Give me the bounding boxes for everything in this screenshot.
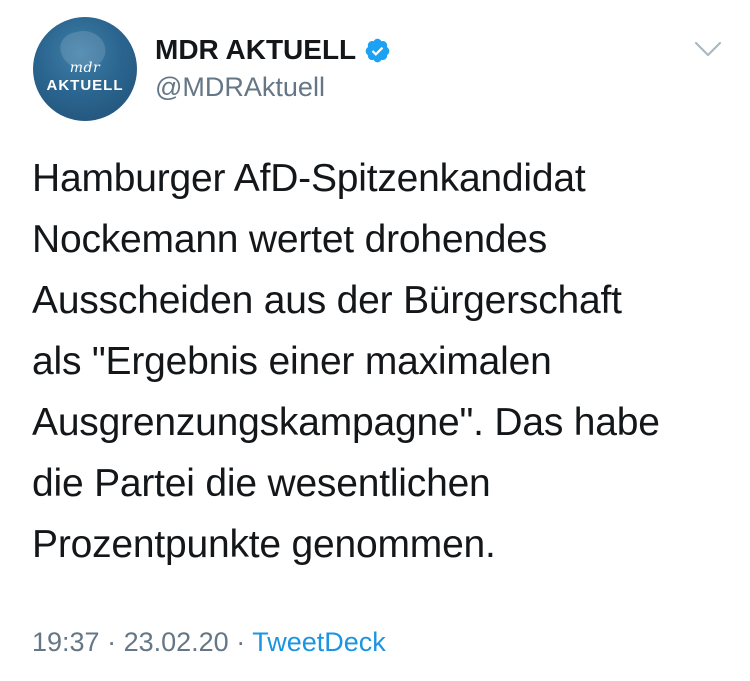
tweet-time[interactable]: 19:37 [32, 627, 100, 657]
tweet-text-line: Hamburger AfD-Spitzenkandidat [32, 157, 586, 200]
tweet-source-link[interactable]: TweetDeck [252, 627, 386, 657]
display-name-row[interactable]: MDR AKTUELL [155, 33, 391, 67]
verified-badge-icon [365, 38, 390, 62]
tweet-text-line: Ausscheiden aus der Bürgerschaft [32, 279, 622, 322]
tweet-text-line: als "Ergebnis einer maximalen [32, 340, 552, 383]
tweet-text-line: Nockemann wertet drohendes [32, 218, 548, 261]
tweet-text-line: Ausgrenzungskampagne". Das habe [32, 401, 660, 444]
meta-separator: · [99, 627, 124, 657]
tweet-text-line: die Partei die wesentlichen [32, 462, 491, 505]
tweet-date[interactable]: 23.02.20 [124, 627, 229, 657]
avatar-logo-sub: AKTUELL [46, 77, 124, 94]
tweet-text-line: Prozentpunkte genommen. [32, 523, 496, 566]
handle[interactable]: @MDRAktuell [155, 70, 325, 104]
tweet-card: mdr AKTUELL MDR AKTUELL @MDRAktuell Hamb… [0, 0, 750, 681]
avatar-logo-text: mdr [69, 60, 101, 76]
avatar[interactable]: mdr AKTUELL [33, 17, 137, 121]
chevron-down-icon[interactable] [693, 38, 723, 60]
meta-separator: · [228, 627, 253, 657]
tweet-text: Hamburger AfD-Spitzenkandidat Nockemann … [32, 148, 732, 575]
tweet-meta: 19:37 · 23.02.20 · TweetDeck [32, 624, 386, 660]
display-name[interactable]: MDR AKTUELL [155, 33, 356, 67]
